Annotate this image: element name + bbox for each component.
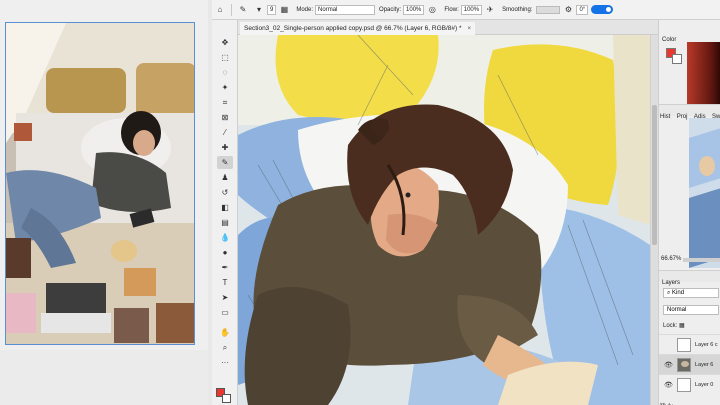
layer-name: Layer 6	[695, 362, 714, 368]
options-bar: ⌂ ✎ ▾ 9 ▦ Mode: Normal Opacity: 100% ◎ F…	[212, 0, 720, 20]
document-tab[interactable]: Section3_02_Single-person applied copy.p…	[240, 22, 476, 35]
layer-thumbnail	[677, 378, 691, 392]
lock-pixels-icon[interactable]: ▦	[679, 323, 685, 329]
eye-icon[interactable]: 👁	[664, 361, 673, 369]
kind-label: Kind	[672, 290, 685, 296]
home-icon[interactable]: ⌂	[214, 4, 226, 16]
screen: ⌂ ✎ ▾ 9 ▦ Mode: Normal Opacity: 100% ◎ F…	[0, 0, 720, 405]
reference-window-footer	[0, 350, 208, 405]
airbrush-icon[interactable]: ✈	[484, 4, 496, 16]
pen-icon[interactable]: ✒	[217, 261, 233, 274]
navigator-thumbnail[interactable]	[689, 118, 720, 268]
mode-select[interactable]: Normal	[315, 4, 376, 15]
marquee-icon[interactable]: ⬚	[217, 51, 233, 64]
color-panel-header: Color	[659, 28, 720, 43]
healing-icon[interactable]: ✚	[217, 141, 233, 154]
close-icon[interactable]: ×	[467, 25, 471, 32]
move-icon[interactable]: ✥	[217, 36, 233, 49]
flow-field[interactable]: 100%	[460, 4, 483, 15]
tab-color[interactable]: Color	[659, 34, 679, 46]
frame-icon[interactable]: ⊠	[217, 111, 233, 124]
navigator-zoom-slider[interactable]	[683, 258, 720, 262]
brush-tool-icon[interactable]: ✎	[217, 156, 233, 169]
background-swatch[interactable]	[222, 394, 231, 403]
mode-label: Mode:	[296, 6, 314, 13]
lasso-icon[interactable]: ◌	[217, 66, 233, 79]
pressure-size-toggle[interactable]	[591, 5, 614, 14]
smoothing-label: Smoothing:	[502, 6, 533, 13]
navigator-panel-header: Hist Proj Adjs Sw	[659, 104, 720, 120]
gradient-icon[interactable]: ▤	[217, 216, 233, 229]
layer-row[interactable]: 👁 Layer 6	[659, 354, 720, 374]
layer-blend-mode[interactable]: Normal	[663, 305, 719, 315]
layer-lock-row: Lock: ▦	[663, 322, 685, 329]
flow-label: Flow:	[444, 6, 459, 13]
shape-icon[interactable]: ▭	[217, 306, 233, 319]
color-swatches[interactable]	[216, 388, 234, 404]
canvas-scrollbar[interactable]	[650, 35, 658, 405]
canvas[interactable]	[238, 35, 650, 405]
type-icon[interactable]: T	[217, 276, 233, 289]
chevron-down-icon[interactable]: ▾	[253, 4, 265, 16]
blur-icon[interactable]: 💧	[217, 231, 233, 244]
divider	[231, 3, 232, 16]
reference-photo	[5, 22, 195, 345]
layer-thumbnail	[677, 338, 691, 352]
reference-window	[0, 0, 208, 405]
crop-icon[interactable]: ⌗	[217, 96, 233, 109]
zoom-icon[interactable]: ⌕	[217, 341, 233, 354]
document-tab-bar: Section3_02_Single-person applied copy.p…	[238, 20, 658, 35]
layers-panel-header: Layers	[659, 270, 720, 286]
layer-row[interactable]: Layer 6 c	[659, 334, 720, 354]
history-brush-icon[interactable]: ↺	[217, 186, 233, 199]
document-title: Section3_02_Single-person applied copy.p…	[244, 25, 462, 32]
right-panels: Color Hist Proj Adjs Sw 66.67% Layers ⌕ …	[658, 20, 720, 405]
layer-filter-kind[interactable]: ⌕ Kind	[663, 288, 719, 298]
color-picker-gradient	[687, 42, 720, 112]
dodge-icon[interactable]: ●	[217, 246, 233, 259]
eyedropper-icon[interactable]: ⁄	[217, 126, 233, 139]
layer-name: Layer 0	[695, 382, 714, 388]
tools-panel: ✥ ⬚ ◌ ✦ ⌗ ⊠ ⁄ ✚ ✎ ♟ ↺ ◧ ▤ 💧 ● ✒ T ➤ ▭ ✋ …	[212, 20, 238, 405]
stamp-icon[interactable]: ♟	[217, 171, 233, 184]
tab-properties[interactable]: Proj	[676, 111, 689, 123]
tab-histogram[interactable]: Hist	[659, 111, 671, 123]
lock-label: Lock:	[663, 323, 678, 329]
smoothing-slider[interactable]	[536, 5, 561, 14]
opacity-field[interactable]: 100%	[403, 4, 425, 15]
color-picker-field[interactable]	[687, 42, 720, 112]
settings-gear-icon[interactable]: ⚙	[562, 4, 574, 16]
pressure-opacity-icon[interactable]: ◎	[426, 4, 438, 16]
brush-settings-icon[interactable]: ▦	[278, 4, 290, 16]
opacity-label: Opacity:	[379, 6, 402, 13]
color-panel-background[interactable]	[672, 54, 682, 64]
more-icon[interactable]: ···	[217, 356, 233, 369]
angle-field[interactable]: 0°	[576, 4, 589, 15]
navigator-zoom-readout[interactable]: 66.67%	[661, 256, 681, 262]
layer-name: Layer 6 c	[695, 342, 718, 348]
brush-size-box[interactable]: 9	[267, 4, 277, 15]
magic-wand-icon[interactable]: ✦	[217, 81, 233, 94]
eye-icon[interactable]: 👁	[664, 381, 673, 389]
brush-icon[interactable]: ✎	[237, 4, 249, 16]
layer-row[interactable]: 👁 Layer 0	[659, 374, 720, 394]
scrollbar-thumb[interactable]	[652, 105, 657, 245]
eraser-icon[interactable]: ◧	[217, 201, 233, 214]
path-select-icon[interactable]: ➤	[217, 291, 233, 304]
layer-thumbnail	[677, 358, 691, 372]
hand-icon[interactable]: ✋	[217, 326, 233, 339]
